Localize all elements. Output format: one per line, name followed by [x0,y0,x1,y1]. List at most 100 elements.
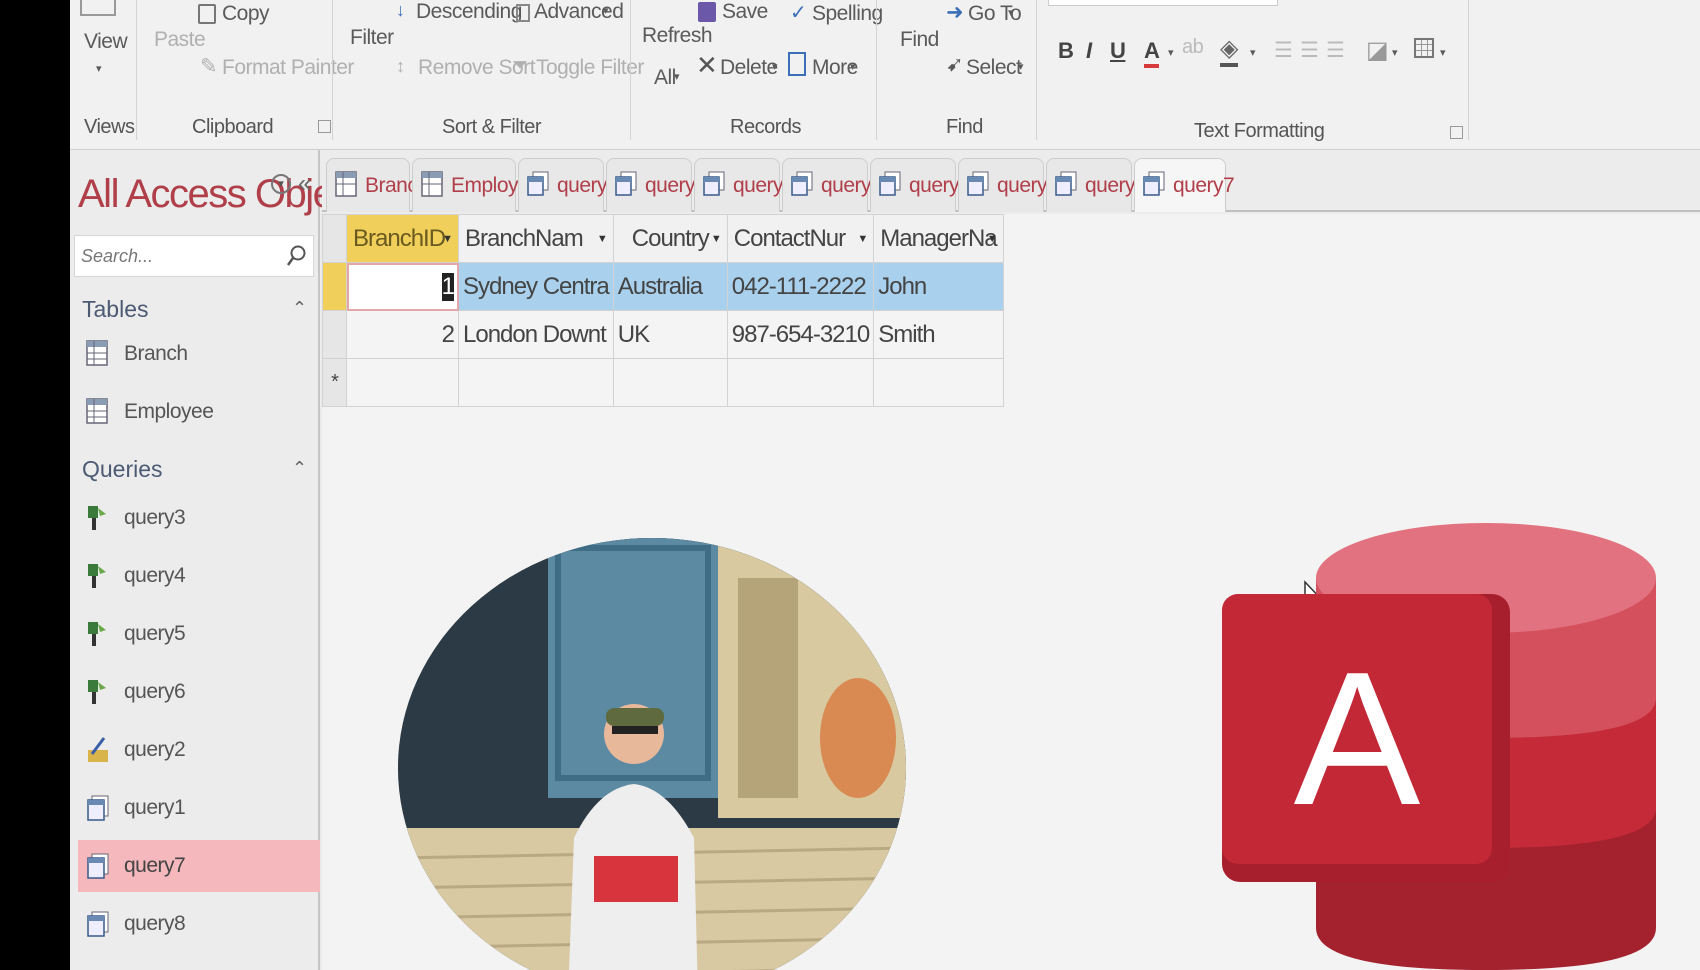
tab-branch[interactable]: Branch [326,158,429,212]
column-header-country[interactable]: Country ▼ [612,214,728,263]
nav-item-query5[interactable]: query5 [78,608,320,660]
save-button[interactable]: Save [722,0,768,24]
paste-button[interactable]: Paste [154,28,206,52]
new-record-selector[interactable]: * [322,358,347,407]
tab-query4[interactable]: query4 [870,158,971,212]
table-cell[interactable] [726,358,875,407]
column-sort-dropdown-icon[interactable]: ▼ [987,233,998,245]
section-header-queries[interactable]: Queries [82,456,163,483]
select-dropdown-icon[interactable]: ▾ [1018,60,1024,73]
table-cell[interactable]: London Downt [458,310,614,359]
refresh-all-label[interactable]: All [654,66,676,90]
select-all-cell[interactable] [322,214,347,263]
copy-icon[interactable] [198,4,216,24]
align-left-icon[interactable]: ☰ [1274,38,1293,63]
toggle-filter-button[interactable]: Toggle Filter [536,56,644,80]
nav-item-query3[interactable]: query3 [78,492,320,544]
delete-icon[interactable]: ✕ [696,50,718,81]
table-cell[interactable]: 987-654-3210 [726,310,875,359]
record-selector[interactable] [322,310,347,359]
gridlines-icon[interactable] [1414,38,1434,58]
fill-color-icon[interactable]: ◈ [1220,34,1238,67]
nav-item-query7[interactable]: query7 [78,840,320,892]
tab-query8[interactable]: query8 [606,158,707,212]
view-dropdown-icon[interactable]: ▾ [96,62,102,75]
section-header-tables[interactable]: Tables [82,296,148,323]
go-to-arrow-icon[interactable]: ➜ [946,0,964,25]
italic-button[interactable]: I [1086,38,1092,64]
delete-dropdown-icon[interactable]: ▾ [772,60,778,73]
spelling-check-icon[interactable]: ✓ [790,0,807,25]
format-painter-button[interactable]: Format Painter [222,56,354,80]
select-button[interactable]: Select [966,56,1022,80]
toggle-filter-icon[interactable]: ⏷ [512,54,528,77]
align-right-icon[interactable]: ☰ [1326,38,1345,63]
fill-color-dropdown-icon[interactable]: ▾ [1250,46,1256,59]
delete-button[interactable]: Delete [720,56,778,80]
text-formatting-launcher-icon[interactable] [1450,126,1463,139]
column-header-managername[interactable]: ManagerNa ▼ [873,214,1004,263]
go-to-button[interactable]: Go To [968,2,1022,26]
tab-query1[interactable]: query1 [518,158,619,212]
table-cell[interactable] [873,358,1004,407]
table-cell[interactable]: 042-111-2222 [726,262,875,311]
nav-item-employee[interactable]: Employee [78,386,320,438]
copy-button[interactable]: Copy [222,2,270,26]
search-icon[interactable] [285,244,307,268]
table-cell[interactable] [346,358,459,407]
tab-query3[interactable]: query3 [782,158,883,212]
underline-button[interactable]: U [1110,38,1126,64]
go-to-dropdown-icon[interactable]: ▾ [1008,6,1014,19]
font-name-box[interactable] [1048,0,1278,6]
more-dropdown-icon[interactable]: ▾ [850,60,856,73]
column-header-branchname[interactable]: BranchNam ▼ [458,214,614,263]
align-center-icon[interactable]: ☰ [1300,38,1319,63]
paintbrush-icon[interactable]: ✎ [200,54,218,79]
nav-item-branch[interactable]: Branch [78,328,320,380]
nav-pane-menu-icon[interactable]: ▾ [271,174,291,194]
view-icon[interactable] [80,0,116,16]
tab-query6[interactable]: query6 [1046,158,1147,212]
table-cell[interactable] [458,358,614,407]
advanced-button[interactable]: Advanced [534,0,624,24]
nav-item-query4[interactable]: query4 [78,550,320,602]
table-cell[interactable]: UK [612,310,728,359]
nav-item-query8[interactable]: query8 [78,898,320,950]
column-sort-dropdown-icon[interactable]: ▼ [442,233,453,245]
table-cell[interactable]: 2 [346,310,459,359]
save-icon[interactable] [698,2,716,22]
clipboard-launcher-icon[interactable] [318,120,331,133]
view-button[interactable]: View [84,30,128,54]
shutter-bar-collapse-icon[interactable]: « [298,170,311,198]
gridlines-dropdown-icon[interactable]: ▾ [1440,46,1446,59]
table-cell[interactable]: 1 [346,262,459,311]
tab-query2[interactable]: query2 [694,158,795,212]
find-button[interactable]: Find [900,28,939,52]
column-header-contactnumber[interactable]: ContactNur ▼ [726,214,875,263]
descending-button[interactable]: Descending [416,0,522,24]
advanced-dropdown-icon[interactable]: ▾ [603,4,609,17]
nav-search-input[interactable]: Search... [74,235,314,277]
tab-employee[interactable]: Employee [412,158,541,212]
nav-pane-title[interactable]: All Access Obje... [78,172,364,217]
nav-item-query1[interactable]: query1 [78,782,320,834]
refresh-button[interactable]: Refresh [642,24,713,48]
tab-query7[interactable]: query7 [1134,158,1235,212]
remove-sort-icon[interactable]: ↕ [396,56,405,77]
select-pointer-icon[interactable]: ➹ [946,52,964,77]
more-icon[interactable] [788,52,806,76]
tab-query5[interactable]: query5 [958,158,1059,212]
table-cell[interactable]: Sydney Centra [458,262,614,311]
column-sort-dropdown-icon[interactable]: ▼ [597,233,608,245]
column-sort-dropdown-icon[interactable]: ▼ [857,233,868,245]
table-cell[interactable]: Smith [873,310,1004,359]
refresh-dropdown-icon[interactable]: ▾ [674,70,680,83]
collapse-tables-icon[interactable]: ⌃ [292,298,307,319]
filter-button[interactable]: Filter [350,26,394,50]
alternate-row-dropdown-icon[interactable]: ▾ [1392,46,1398,59]
font-color-button[interactable]: A [1144,38,1160,68]
table-cell[interactable]: John [873,262,1004,311]
collapse-queries-icon[interactable]: ⌃ [292,458,307,479]
font-color-dropdown-icon[interactable]: ▾ [1168,46,1174,59]
advanced-filter-icon[interactable] [516,4,530,22]
